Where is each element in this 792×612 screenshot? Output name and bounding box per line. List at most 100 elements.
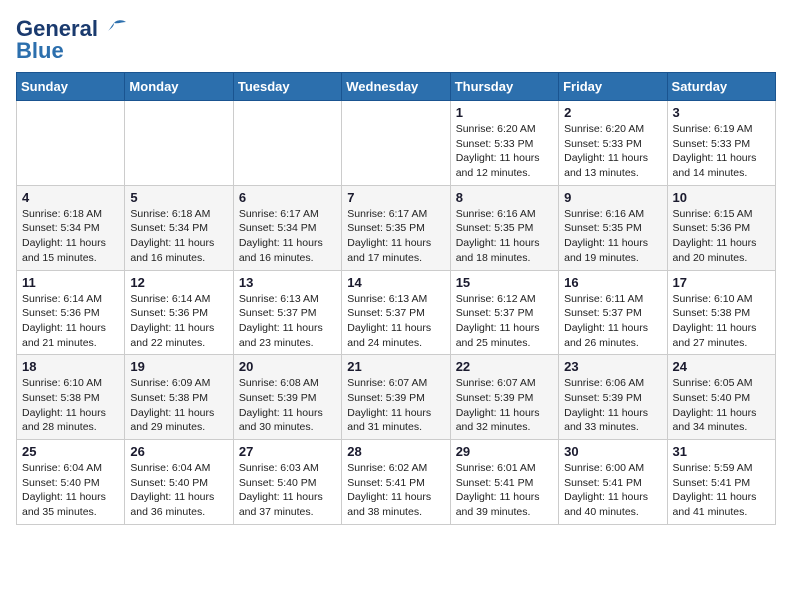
calendar-cell: 30 Sunrise: 6:00 AM Sunset: 5:41 PM Dayli…: [559, 440, 667, 525]
calendar-cell: 2 Sunrise: 6:20 AM Sunset: 5:33 PM Daylig…: [559, 101, 667, 186]
day-number: 7: [347, 190, 444, 205]
calendar-table: SundayMondayTuesdayWednesdayThursdayFrid…: [16, 72, 776, 525]
calendar-cell: 19 Sunrise: 6:09 AM Sunset: 5:38 PM Dayli…: [125, 355, 233, 440]
day-number: 8: [456, 190, 553, 205]
day-number: 27: [239, 444, 336, 459]
day-number: 3: [673, 105, 770, 120]
logo-bird-icon: [100, 19, 128, 39]
calendar-cell: 28Sunrise: 6:02 AM Sunset: 5:41 PM Dayli…: [342, 440, 450, 525]
day-number: 15: [456, 275, 553, 290]
day-number: 11: [22, 275, 119, 290]
day-number: 18: [22, 359, 119, 374]
calendar-cell: 18 Sunrise: 6:10 AM Sunset: 5:38 PM Dayli…: [17, 355, 125, 440]
day-info: Sunrise: 6:14 AM Sunset: 5:36 PM Dayligh…: [22, 292, 119, 351]
calendar-cell: [342, 101, 450, 186]
day-number: 6: [239, 190, 336, 205]
calendar-cell: 27 Sunrise: 6:03 AM Sunset: 5:40 PM Dayli…: [233, 440, 341, 525]
day-info: Sunrise: 6:13 AM Sunset: 5:37 PM Dayligh…: [347, 292, 444, 351]
day-info: Sunrise: 6:12 AM Sunset: 5:37 PM Dayligh…: [456, 292, 553, 351]
day-info: Sunrise: 6:00 AM Sunset: 5:41 PM Dayligh…: [564, 461, 661, 520]
calendar-cell: 21 Sunrise: 6:07 AM Sunset: 5:39 PM Dayli…: [342, 355, 450, 440]
calendar-cell: 11 Sunrise: 6:14 AM Sunset: 5:36 PM Dayli…: [17, 270, 125, 355]
day-number: 2: [564, 105, 661, 120]
day-info: Sunrise: 6:20 AM Sunset: 5:33 PM Dayligh…: [456, 122, 553, 181]
calendar-cell: 3 Sunrise: 6:19 AM Sunset: 5:33 PM Daylig…: [667, 101, 775, 186]
calendar-cell: 10 Sunrise: 6:15 AM Sunset: 5:36 PM Dayli…: [667, 185, 775, 270]
calendar-cell: [17, 101, 125, 186]
day-number: 29: [456, 444, 553, 459]
calendar-cell: [125, 101, 233, 186]
day-number: 26: [130, 444, 227, 459]
day-info: Sunrise: 6:03 AM Sunset: 5:40 PM Dayligh…: [239, 461, 336, 520]
day-info: Sunrise: 6:15 AM Sunset: 5:36 PM Dayligh…: [673, 207, 770, 266]
calendar-cell: 22 Sunrise: 6:07 AM Sunset: 5:39 PM Dayli…: [450, 355, 558, 440]
day-number: 24: [673, 359, 770, 374]
calendar-cell: 6 Sunrise: 6:17 AM Sunset: 5:34 PM Daylig…: [233, 185, 341, 270]
calendar-cell: 12Sunrise: 6:14 AM Sunset: 5:36 PM Dayli…: [125, 270, 233, 355]
calendar-cell: 9 Sunrise: 6:16 AM Sunset: 5:35 PM Daylig…: [559, 185, 667, 270]
day-of-week-header: Thursday: [450, 73, 558, 101]
day-info: Sunrise: 6:18 AM Sunset: 5:34 PM Dayligh…: [22, 207, 119, 266]
day-info: Sunrise: 6:04 AM Sunset: 5:40 PM Dayligh…: [22, 461, 119, 520]
calendar-cell: 17 Sunrise: 6:10 AM Sunset: 5:38 PM Dayli…: [667, 270, 775, 355]
calendar-cell: 16 Sunrise: 6:11 AM Sunset: 5:37 PM Dayli…: [559, 270, 667, 355]
day-number: 16: [564, 275, 661, 290]
day-number: 21: [347, 359, 444, 374]
day-number: 23: [564, 359, 661, 374]
day-number: 13: [239, 275, 336, 290]
day-info: Sunrise: 6:19 AM Sunset: 5:33 PM Dayligh…: [673, 122, 770, 181]
day-number: 25: [22, 444, 119, 459]
calendar-cell: 29 Sunrise: 6:01 AM Sunset: 5:41 PM Dayli…: [450, 440, 558, 525]
calendar-cell: 5 Sunrise: 6:18 AM Sunset: 5:34 PM Daylig…: [125, 185, 233, 270]
calendar-cell: 20 Sunrise: 6:08 AM Sunset: 5:39 PM Dayli…: [233, 355, 341, 440]
day-info: Sunrise: 6:17 AM Sunset: 5:35 PM Dayligh…: [347, 207, 444, 266]
day-info: Sunrise: 6:06 AM Sunset: 5:39 PM Dayligh…: [564, 376, 661, 435]
day-number: 22: [456, 359, 553, 374]
day-info: Sunrise: 6:17 AM Sunset: 5:34 PM Dayligh…: [239, 207, 336, 266]
logo: General Blue: [16, 16, 128, 64]
day-number: 5: [130, 190, 227, 205]
day-number: 19: [130, 359, 227, 374]
day-number: 31: [673, 444, 770, 459]
calendar-cell: 1 Sunrise: 6:20 AM Sunset: 5:33 PM Daylig…: [450, 101, 558, 186]
calendar-cell: 25 Sunrise: 6:04 AM Sunset: 5:40 PM Dayli…: [17, 440, 125, 525]
day-of-week-header: Wednesday: [342, 73, 450, 101]
calendar-cell: 8 Sunrise: 6:16 AM Sunset: 5:35 PM Daylig…: [450, 185, 558, 270]
day-info: Sunrise: 6:14 AM Sunset: 5:36 PM Dayligh…: [130, 292, 227, 351]
day-info: Sunrise: 6:08 AM Sunset: 5:39 PM Dayligh…: [239, 376, 336, 435]
day-info: Sunrise: 6:01 AM Sunset: 5:41 PM Dayligh…: [456, 461, 553, 520]
day-number: 28: [347, 444, 444, 459]
day-number: 10: [673, 190, 770, 205]
day-number: 30: [564, 444, 661, 459]
day-info: Sunrise: 6:18 AM Sunset: 5:34 PM Dayligh…: [130, 207, 227, 266]
day-info: Sunrise: 6:20 AM Sunset: 5:33 PM Dayligh…: [564, 122, 661, 181]
day-info: Sunrise: 6:07 AM Sunset: 5:39 PM Dayligh…: [347, 376, 444, 435]
day-info: Sunrise: 6:04 AM Sunset: 5:40 PM Dayligh…: [130, 461, 227, 520]
day-number: 17: [673, 275, 770, 290]
calendar-cell: 13 Sunrise: 6:13 AM Sunset: 5:37 PM Dayli…: [233, 270, 341, 355]
calendar-cell: 15 Sunrise: 6:12 AM Sunset: 5:37 PM Dayli…: [450, 270, 558, 355]
calendar-cell: 26 Sunrise: 6:04 AM Sunset: 5:40 PM Dayli…: [125, 440, 233, 525]
page-header: General Blue: [16, 16, 776, 64]
day-number: 1: [456, 105, 553, 120]
day-of-week-header: Tuesday: [233, 73, 341, 101]
logo-text-blue: Blue: [16, 38, 64, 64]
day-number: 14: [347, 275, 444, 290]
day-info: Sunrise: 6:10 AM Sunset: 5:38 PM Dayligh…: [673, 292, 770, 351]
day-info: Sunrise: 6:10 AM Sunset: 5:38 PM Dayligh…: [22, 376, 119, 435]
day-number: 20: [239, 359, 336, 374]
day-info: Sunrise: 6:13 AM Sunset: 5:37 PM Dayligh…: [239, 292, 336, 351]
day-of-week-header: Friday: [559, 73, 667, 101]
day-info: Sunrise: 6:16 AM Sunset: 5:35 PM Dayligh…: [456, 207, 553, 266]
day-info: Sunrise: 6:16 AM Sunset: 5:35 PM Dayligh…: [564, 207, 661, 266]
calendar-cell: 4Sunrise: 6:18 AM Sunset: 5:34 PM Daylig…: [17, 185, 125, 270]
day-info: Sunrise: 6:09 AM Sunset: 5:38 PM Dayligh…: [130, 376, 227, 435]
day-info: Sunrise: 6:07 AM Sunset: 5:39 PM Dayligh…: [456, 376, 553, 435]
day-number: 9: [564, 190, 661, 205]
day-of-week-header: Sunday: [17, 73, 125, 101]
calendar-cell: 24Sunrise: 6:05 AM Sunset: 5:40 PM Dayli…: [667, 355, 775, 440]
day-of-week-header: Monday: [125, 73, 233, 101]
calendar-cell: 7 Sunrise: 6:17 AM Sunset: 5:35 PM Daylig…: [342, 185, 450, 270]
day-info: Sunrise: 5:59 AM Sunset: 5:41 PM Dayligh…: [673, 461, 770, 520]
day-info: Sunrise: 6:11 AM Sunset: 5:37 PM Dayligh…: [564, 292, 661, 351]
